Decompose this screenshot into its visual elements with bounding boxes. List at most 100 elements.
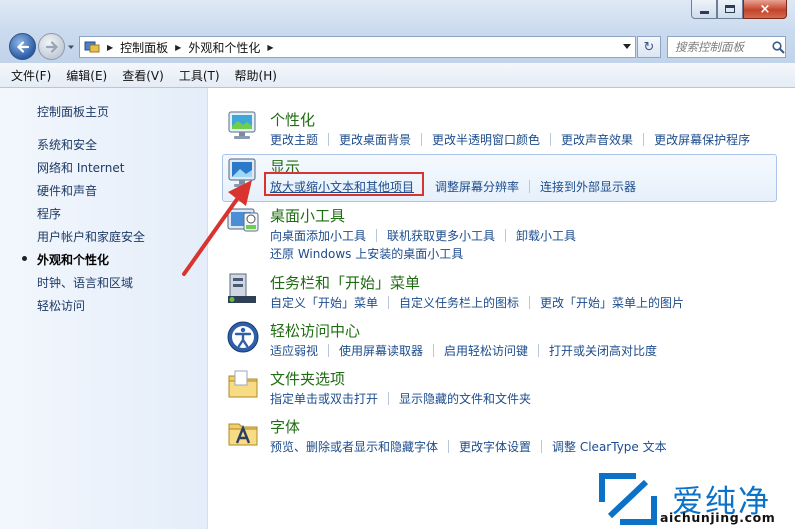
category-fonts: 字体 预览、删除或者显示和隐藏字体 更改字体设置 调整 ClearType 文本 bbox=[222, 416, 782, 456]
breadcrumb: ▶ 控制面板 ▶ 外观和个性化 ▶ bbox=[100, 39, 281, 56]
category-title[interactable]: 任务栏和「开始」菜单 bbox=[270, 272, 420, 293]
divider bbox=[448, 440, 450, 453]
search-input[interactable] bbox=[675, 40, 771, 54]
annotation-red-box bbox=[264, 172, 424, 196]
sidebar-item-system-security[interactable]: 系统和安全 bbox=[37, 136, 97, 153]
divider bbox=[433, 344, 435, 357]
category-links: 自定义「开始」菜单 自定义任务栏上的图标 更改「开始」菜单上的图片 bbox=[270, 294, 684, 311]
link-low-vision[interactable]: 适应弱视 bbox=[270, 342, 318, 359]
breadcrumb-appearance[interactable]: 外观和个性化 bbox=[188, 39, 260, 56]
sidebar-item-clock-language[interactable]: 时钟、语言和区域 bbox=[37, 274, 133, 291]
link-show-hidden-files[interactable]: 显示隐藏的文件和文件夹 bbox=[399, 390, 531, 407]
link-change-sounds[interactable]: 更改声音效果 bbox=[561, 131, 633, 148]
sidebar-item-network[interactable]: 网络和 Internet bbox=[37, 159, 124, 176]
link-screen-reader[interactable]: 使用屏幕读取器 bbox=[339, 342, 423, 359]
title-bar: × bbox=[0, 0, 795, 30]
forward-button[interactable] bbox=[38, 33, 65, 60]
monitor-personalize-icon bbox=[228, 111, 256, 139]
category-links: 指定单击或双击打开 显示隐藏的文件和文件夹 bbox=[270, 390, 531, 407]
divider bbox=[388, 296, 390, 309]
folder-options-icon bbox=[228, 370, 258, 398]
link-get-more-gadgets[interactable]: 联机获取更多小工具 bbox=[387, 227, 495, 244]
menu-bar: 文件(F) 编辑(E) 查看(V) 工具(T) 帮助(H) bbox=[0, 63, 795, 88]
divider bbox=[328, 344, 330, 357]
category-links: 适应弱视 使用屏幕读取器 启用轻松访问键 打开或关闭高对比度 bbox=[270, 342, 657, 359]
ease-of-access-icon bbox=[227, 321, 259, 353]
address-dropdown-icon[interactable] bbox=[623, 44, 631, 50]
link-change-theme[interactable]: 更改主题 bbox=[270, 131, 318, 148]
divider bbox=[643, 133, 645, 146]
sidebar-item-hardware-sound[interactable]: 硬件和声音 bbox=[37, 182, 97, 199]
category-links-secondary: 还原 Windows 上安装的桌面小工具 bbox=[270, 245, 463, 262]
maximize-button[interactable] bbox=[717, 0, 743, 19]
breadcrumb-separator[interactable]: ▶ bbox=[175, 43, 181, 52]
menu-file[interactable]: 文件(F) bbox=[11, 67, 51, 84]
link-change-screensaver[interactable]: 更改屏幕保护程序 bbox=[654, 131, 750, 148]
menu-view[interactable]: 查看(V) bbox=[122, 67, 164, 84]
close-button[interactable]: × bbox=[743, 0, 787, 19]
breadcrumb-separator[interactable]: ▶ bbox=[267, 43, 273, 52]
divider bbox=[541, 440, 543, 453]
link-restore-gadgets[interactable]: 还原 Windows 上安装的桌面小工具 bbox=[270, 245, 463, 262]
link-access-keys[interactable]: 启用轻松访问键 bbox=[444, 342, 528, 359]
divider bbox=[424, 180, 425, 193]
menu-help[interactable]: 帮助(H) bbox=[235, 67, 277, 84]
close-icon: × bbox=[759, 1, 771, 17]
refresh-button[interactable]: ↻ bbox=[637, 36, 661, 58]
link-cleartype[interactable]: 调整 ClearType 文本 bbox=[552, 438, 667, 455]
watermark-logo-icon bbox=[599, 473, 657, 525]
sidebar-item-programs[interactable]: 程序 bbox=[37, 205, 61, 222]
breadcrumb-control-panel[interactable]: 控制面板 bbox=[120, 39, 168, 56]
minimize-icon bbox=[699, 10, 709, 14]
category-gadgets: 桌面小工具 向桌面添加小工具 联机获取更多小工具 卸载小工具 还原 Window… bbox=[222, 205, 782, 263]
link-screen-resolution[interactable]: 调整屏幕分辨率 bbox=[435, 178, 519, 195]
category-personalization: 个性化 更改主题 更改桌面背景 更改半透明窗口颜色 更改声音效果 更改屏幕保护程… bbox=[222, 109, 782, 149]
maximize-icon bbox=[725, 5, 735, 13]
link-change-background[interactable]: 更改桌面背景 bbox=[339, 131, 411, 148]
divider bbox=[505, 229, 507, 242]
breadcrumb-separator[interactable]: ▶ bbox=[107, 43, 113, 52]
category-title[interactable]: 文件夹选项 bbox=[270, 368, 345, 389]
link-change-window-color[interactable]: 更改半透明窗口颜色 bbox=[432, 131, 540, 148]
menu-edit[interactable]: 编辑(E) bbox=[66, 67, 107, 84]
divider bbox=[388, 392, 390, 405]
menu-tools[interactable]: 工具(T) bbox=[179, 67, 220, 84]
sidebar-item-user-accounts[interactable]: 用户帐户和家庭安全 bbox=[37, 228, 145, 245]
category-title[interactable]: 桌面小工具 bbox=[270, 205, 345, 226]
window-controls: × bbox=[691, 0, 787, 19]
watermark-url: aichunjing.com bbox=[660, 510, 776, 525]
category-links: 更改主题 更改桌面背景 更改半透明窗口颜色 更改声音效果 更改屏幕保护程序 bbox=[270, 131, 750, 148]
divider bbox=[550, 133, 552, 146]
back-button[interactable] bbox=[9, 33, 36, 60]
link-font-settings[interactable]: 更改字体设置 bbox=[459, 438, 531, 455]
divider bbox=[421, 133, 423, 146]
link-customize-taskbar-icons[interactable]: 自定义任务栏上的图标 bbox=[399, 294, 519, 311]
control-panel-icon bbox=[84, 41, 100, 53]
link-single-double-click[interactable]: 指定单击或双击打开 bbox=[270, 390, 378, 407]
link-external-display[interactable]: 连接到外部显示器 bbox=[540, 178, 636, 195]
recent-pages-dropdown-icon[interactable] bbox=[67, 43, 75, 51]
divider bbox=[328, 133, 330, 146]
arrow-right-icon bbox=[45, 40, 58, 53]
category-title[interactable]: 轻松访问中心 bbox=[270, 320, 360, 341]
annotation-arrow-icon bbox=[182, 180, 252, 276]
link-uninstall-gadget[interactable]: 卸载小工具 bbox=[516, 227, 576, 244]
category-folder-options: 文件夹选项 指定单击或双击打开 显示隐藏的文件和文件夹 bbox=[222, 368, 782, 408]
search-box[interactable] bbox=[667, 36, 786, 58]
link-change-start-picture[interactable]: 更改「开始」菜单上的图片 bbox=[540, 294, 684, 311]
link-add-gadgets[interactable]: 向桌面添加小工具 bbox=[270, 227, 366, 244]
category-title[interactable]: 字体 bbox=[270, 416, 300, 437]
category-title[interactable]: 个性化 bbox=[270, 109, 315, 130]
search-icon[interactable] bbox=[772, 40, 785, 54]
minimize-button[interactable] bbox=[691, 0, 717, 19]
address-bar[interactable]: ▶ 控制面板 ▶ 外观和个性化 ▶ bbox=[79, 36, 636, 58]
link-preview-fonts[interactable]: 预览、删除或者显示和隐藏字体 bbox=[270, 438, 438, 455]
refresh-icon: ↻ bbox=[643, 39, 655, 55]
category-taskbar: 任务栏和「开始」菜单 自定义「开始」菜单 自定义任务栏上的图标 更改「开始」菜单… bbox=[222, 272, 782, 312]
divider bbox=[529, 296, 531, 309]
sidebar-item-home[interactable]: 控制面板主页 bbox=[37, 103, 109, 120]
link-customize-start[interactable]: 自定义「开始」菜单 bbox=[270, 294, 378, 311]
link-high-contrast[interactable]: 打开或关闭高对比度 bbox=[549, 342, 657, 359]
sidebar-item-ease-of-access[interactable]: 轻松访问 bbox=[37, 297, 85, 314]
fonts-icon bbox=[228, 423, 258, 446]
